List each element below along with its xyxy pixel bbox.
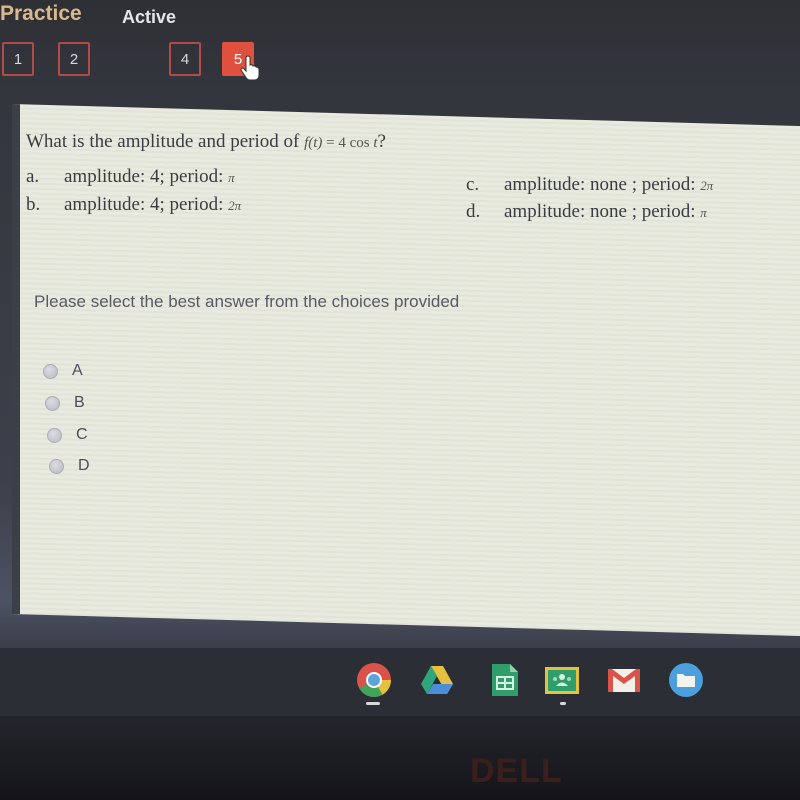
choice-period: π (700, 205, 707, 220)
question-prompt: What is the amplitude and period of f(t)… (26, 131, 386, 153)
choice-period: 2π (700, 178, 714, 193)
function-var: t (369, 135, 378, 151)
gmail-icon[interactable] (606, 662, 642, 698)
choice-text: amplitude: none ; period: (504, 201, 701, 222)
google-drive-icon[interactable] (419, 662, 455, 698)
google-classroom-icon[interactable] (544, 662, 580, 698)
choice-letter: a. (26, 166, 40, 187)
google-sheets-icon[interactable] (486, 662, 522, 698)
radio-d[interactable] (49, 458, 64, 474)
choice-letter: b. (26, 194, 41, 215)
choice-text: amplitude: 4; period: (64, 166, 229, 187)
function-lhs: f(t) (304, 135, 323, 151)
choice-text: amplitude: 4; period: (64, 194, 229, 215)
files-icon[interactable] (668, 662, 704, 698)
radio-c[interactable] (47, 427, 62, 443)
radio-a[interactable] (43, 363, 58, 379)
choice-d: d. amplitude: none ; period: π (466, 201, 707, 223)
choice-a: a. amplitude: 4; period: π (26, 166, 235, 188)
radio-b[interactable] (45, 395, 60, 411)
answer-option-c[interactable]: C (47, 426, 88, 444)
prompt-text: What is the amplitude and period of (26, 131, 305, 152)
answer-option-b[interactable]: B (45, 394, 85, 412)
function-expression: f(t) = 4 cos t (304, 135, 377, 151)
choice-period: π (228, 170, 235, 185)
answer-option-a[interactable]: A (43, 362, 83, 380)
function-eq: = 4 (322, 135, 350, 151)
choice-text: amplitude: none ; period: (504, 174, 701, 195)
choice-c: c. amplitude: none ; period: 2π (466, 174, 713, 196)
choice-letter: c. (466, 174, 480, 195)
question-mark: ? (377, 131, 386, 152)
instruction-text: Please select the best answer from the c… (34, 292, 460, 311)
choice-letter: d. (466, 201, 481, 222)
classroom-running-indicator (560, 702, 566, 705)
answer-label[interactable]: A (72, 362, 83, 380)
answer-label[interactable]: C (76, 426, 88, 444)
dell-logo: DELL (470, 752, 563, 790)
choice-b: b. amplitude: 4; period: 2π (26, 194, 241, 216)
choice-period: 2π (228, 198, 242, 213)
function-cos: cos (349, 135, 370, 151)
chrome-running-indicator (366, 702, 380, 705)
answer-option-d[interactable]: D (49, 457, 90, 475)
answer-label[interactable]: B (74, 394, 85, 412)
answer-label[interactable]: D (78, 457, 90, 475)
chrome-icon[interactable] (356, 662, 392, 698)
